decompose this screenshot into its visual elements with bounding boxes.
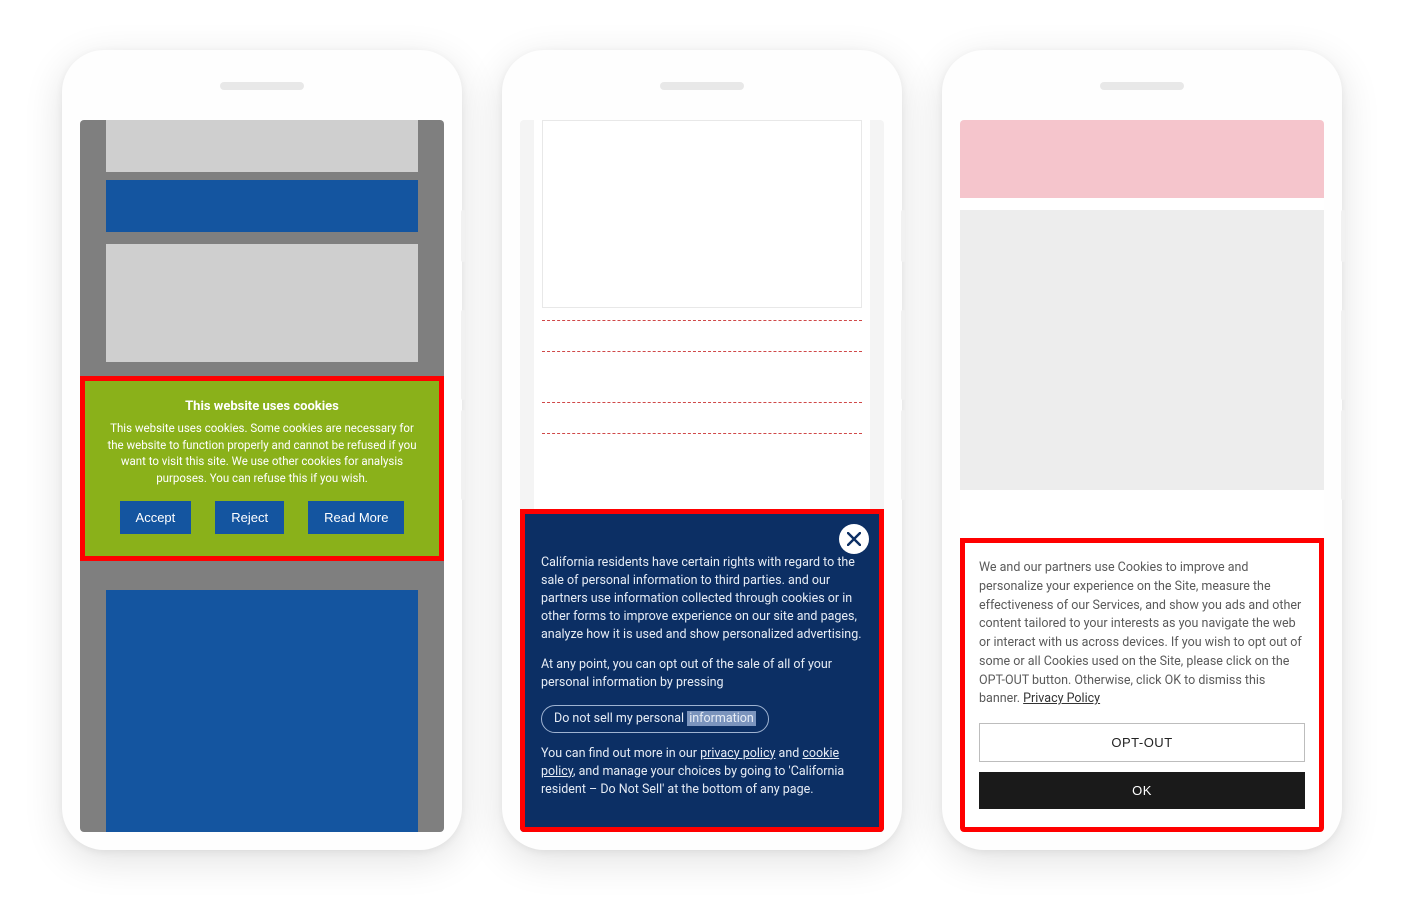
cookie-banner: We and our partners use Cookies to impro… (960, 538, 1324, 832)
phone-side-button (901, 310, 905, 400)
read-more-button[interactable]: Read More (308, 501, 404, 534)
accept-button[interactable]: Accept (120, 501, 192, 534)
phone-mockup-3: We and our partners use Cookies to impro… (942, 50, 1342, 850)
cookie-para-3: You can find out more in our privacy pol… (541, 745, 863, 799)
phone-speaker (660, 82, 744, 90)
mockup-row: This website uses cookies This website u… (0, 0, 1404, 900)
phone-speaker (220, 82, 304, 90)
placeholder-content (106, 244, 418, 362)
placeholder-content (960, 210, 1324, 490)
cookie-para-3a: You can find out more in our (541, 746, 700, 761)
cookie-title: This website uses cookies (97, 399, 427, 414)
close-icon[interactable] (839, 524, 869, 554)
placeholder-row (542, 320, 862, 352)
cookie-para-2: At any point, you can opt out of the sal… (541, 656, 863, 692)
privacy-policy-link[interactable]: Privacy Policy (1023, 691, 1100, 706)
placeholder-nav (106, 180, 418, 232)
do-not-sell-highlight: information (687, 711, 756, 726)
cookie-para-1: California residents have certain rights… (541, 554, 863, 645)
reject-button[interactable]: Reject (215, 501, 284, 534)
cookie-body: We and our partners use Cookies to impro… (979, 559, 1305, 709)
placeholder-hero (106, 590, 418, 832)
placeholder-header (106, 120, 418, 172)
phone-screen: We and our partners use Cookies to impro… (960, 120, 1324, 832)
cookie-body: This website uses cookies. Some cookies … (97, 420, 427, 487)
phone-screen: California residents have certain rights… (520, 120, 884, 832)
do-not-sell-prefix: Do not sell my personal (554, 711, 687, 726)
phone-side-button (901, 410, 905, 500)
cookie-para-3b: and (775, 746, 802, 761)
phone-speaker (1100, 82, 1184, 90)
phone-mockup-1: This website uses cookies This website u… (62, 50, 462, 850)
placeholder-row (542, 402, 862, 434)
placeholder-hero (542, 120, 862, 308)
phone-screen: This website uses cookies This website u… (80, 120, 444, 832)
phone-side-button (461, 410, 465, 500)
phone-side-button (1341, 210, 1345, 262)
phone-side-button (1341, 410, 1345, 500)
do-not-sell-button[interactable]: Do not sell my personal information (541, 705, 769, 733)
cookie-body-text: We and our partners use Cookies to impro… (979, 560, 1302, 706)
ok-button[interactable]: OK (979, 772, 1305, 809)
phone-mockup-2: California residents have certain rights… (502, 50, 902, 850)
phone-side-button (461, 210, 465, 262)
privacy-policy-link[interactable]: privacy policy (700, 746, 775, 761)
cookie-para-3c: , and manage your choices by going to 'C… (541, 764, 844, 797)
cookie-banner: This website uses cookies This website u… (80, 376, 444, 561)
cookie-buttons-row: Accept Reject Read More (97, 501, 427, 534)
phone-side-button (901, 210, 905, 262)
cookie-banner: California residents have certain rights… (520, 509, 884, 832)
placeholder-header (960, 120, 1324, 198)
phone-side-button (1341, 310, 1345, 400)
opt-out-button[interactable]: OPT-OUT (979, 723, 1305, 762)
phone-side-button (461, 310, 465, 400)
